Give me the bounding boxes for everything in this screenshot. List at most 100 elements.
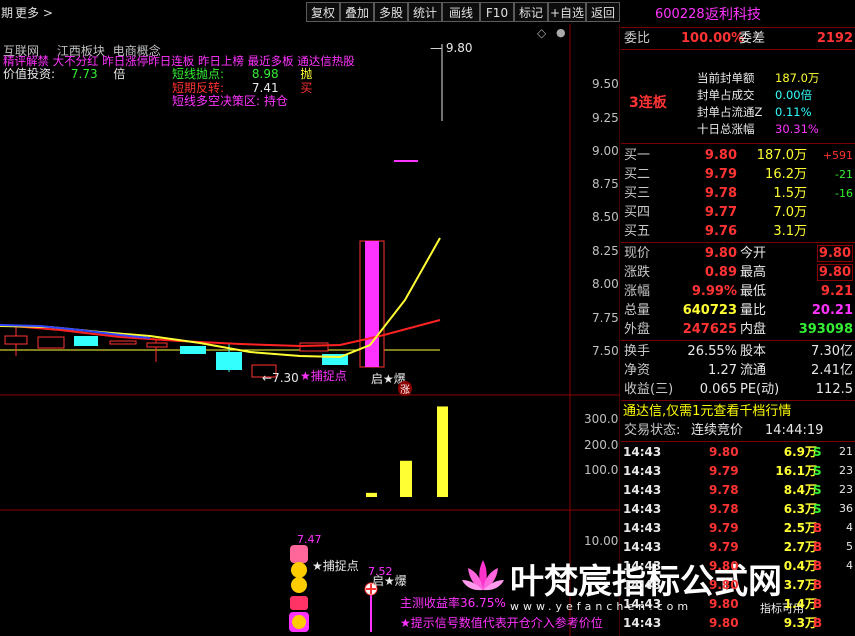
tick-side: B <box>813 616 823 630</box>
indicator-value: 7.47 <box>297 533 322 546</box>
bid-row-3[interactable]: 买三 9.78 1.5万 -16 <box>621 184 855 203</box>
chevron-right-icon: > <box>42 6 53 20</box>
signal-hint: ★提示信号数值代表开仓介入参考价位 <box>400 616 603 630</box>
trade-status: 交易状态: 连续竞价 14:44:19 <box>624 423 824 438</box>
mark-button[interactable]: 标记 <box>514 2 548 22</box>
order-ratio-row: 委比 100.00% 委差 2192 <box>624 31 853 46</box>
tick-volume: 6.9万 <box>783 445 817 459</box>
tick-row: 14:43 9.78 8.4万 S 23 <box>621 481 855 499</box>
price-tick: 7.75 <box>592 311 619 325</box>
tick-volume: 6.3万 <box>783 502 817 516</box>
profit-rate: 主测收益率36.75% <box>400 596 506 610</box>
tick-volume: 1.4万 <box>783 597 817 611</box>
statistics-button[interactable]: 统计 <box>408 2 442 22</box>
candle <box>299 342 329 352</box>
tick-volume: 0.4万 <box>783 559 817 573</box>
tick-volume: 8.4万 <box>783 483 817 497</box>
candle <box>74 336 98 346</box>
bid-row-5[interactable]: 买五 9.76 3.1万 <box>621 222 855 241</box>
price-tick: 8.75 <box>592 177 619 191</box>
restore-rights-button[interactable]: 复权 <box>306 2 340 22</box>
tick-count: 4 <box>846 521 853 534</box>
volume-tick: 200.0 <box>584 438 619 452</box>
quote-row: 现价 9.80 今开 9.80 <box>624 245 853 262</box>
add-watchlist-button[interactable]: +自选 <box>548 2 586 22</box>
tick-side: B <box>813 559 823 573</box>
tick-price: 9.80 <box>709 616 739 630</box>
candle <box>146 340 168 362</box>
tick-count: 23 <box>839 464 853 477</box>
price-tick: 8.00 <box>592 277 619 291</box>
overlay-button[interactable]: 叠加 <box>340 2 374 22</box>
price-tick: 8.25 <box>592 244 619 258</box>
tick-row: 14:43 9.79 16.1万 S 23 <box>621 462 855 480</box>
draw-line-button[interactable]: 画线 <box>442 2 480 22</box>
tick-count: 23 <box>839 483 853 496</box>
decision-zone: 短线多空决策区: 持仓 <box>172 94 288 108</box>
tick-count: 4 <box>846 559 853 572</box>
tick-price: 9.78 <box>709 502 739 516</box>
candle <box>37 336 65 349</box>
promo-link[interactable]: 通达信,仅需1元查看千档行情 <box>621 402 855 422</box>
volume-bar <box>437 406 448 497</box>
tick-count: 36 <box>839 502 853 515</box>
candle <box>109 340 137 345</box>
tick-volume: 16.1万 <box>775 464 817 478</box>
bid-row-1[interactable]: 买一 9.80 187.0万 +591 <box>621 146 855 165</box>
tick-time: 14:43 <box>623 483 662 497</box>
tick-row: 14:43 9.80 9.3万 B <box>621 614 855 632</box>
tick-side: S <box>813 502 822 516</box>
price-tick: 9.00 <box>592 144 619 158</box>
diamond-icon[interactable]: ◇ <box>537 26 546 40</box>
tick-volume: 2.5万 <box>783 521 817 535</box>
bid-row-4[interactable]: 买四 9.77 7.0万 <box>621 203 855 222</box>
tick-side: S <box>813 464 822 478</box>
more-menu[interactable]: 更多 > <box>15 4 53 21</box>
seal-stats: 当前封单额 187.0万 封单占成交 0.00倍 封单占流通Z 0.11% 十日总涨幅… <box>697 71 820 136</box>
tick-time: 14:43 <box>623 521 662 535</box>
indicator-catch: ★捕捉点 <box>312 559 359 573</box>
tick-price: 9.79 <box>709 521 739 535</box>
up-badge: 涨 <box>398 381 412 396</box>
candle <box>180 346 206 354</box>
tick-volume: 2.7万 <box>783 540 817 554</box>
period-label[interactable]: 期 <box>1 4 13 21</box>
lotus-logo <box>460 558 506 594</box>
stock-name[interactable]: 返利科技 <box>705 4 761 26</box>
tick-side: S <box>813 483 822 497</box>
bid-row-2[interactable]: 买二 9.79 16.2万 -21 <box>621 165 855 184</box>
stock-code[interactable]: 600228 <box>655 4 705 26</box>
chart-area[interactable]: 互联网 江西板块 电商概念 精评解禁 大不分红 昨日涨停昨日连板 昨日上榜 最近… <box>0 24 804 636</box>
fund-row: 收益(三) 0.065 PE(动) 112.5 <box>624 382 853 397</box>
tick-price: 9.80 <box>709 559 739 573</box>
fund-row: 净资 1.27 流通 2.41亿 <box>624 363 853 378</box>
tick-price: 9.79 <box>709 540 739 554</box>
volume-bar <box>400 460 412 497</box>
tick-side: B <box>813 597 823 611</box>
f10-button[interactable]: F10 <box>480 2 514 22</box>
quote-panel: 600228 返利科技 委比 100.00% 委差 2192 3连板 当前封单额… <box>621 0 855 636</box>
tick-time: 14:43 <box>623 445 662 459</box>
price-tick: 9.50 <box>592 77 619 91</box>
stock-header: 600228 返利科技 <box>621 4 855 26</box>
signal-icon-stack <box>290 545 308 563</box>
chart-toolbar: 期 更多 > 复权 叠加 多股 统计 画线 F10 标记 +自选 返回 <box>0 0 620 24</box>
tick-price: 9.80 <box>709 445 739 459</box>
limit-streak: 3连板 <box>629 95 667 111</box>
dot-icon[interactable]: ● <box>556 26 566 39</box>
multi-stock-button[interactable]: 多股 <box>374 2 408 22</box>
tick-time: 14:43 <box>623 559 662 573</box>
price-tick: 7.50 <box>592 344 619 358</box>
value-invest: 价值投资: 7.73 倍 <box>3 67 126 81</box>
high-price-label: — 9.80 <box>430 41 473 55</box>
tick-count: 5 <box>846 540 853 553</box>
tick-count: 21 <box>839 445 853 458</box>
tick-price: 9.78 <box>709 483 739 497</box>
tick-volume: 3.7万 <box>783 578 817 592</box>
back-button[interactable]: 返回 <box>586 2 620 22</box>
tick-price: 9.80 <box>709 597 739 611</box>
tick-price: 9.79 <box>709 464 739 478</box>
tick-side: B <box>813 578 823 592</box>
volume-tick: 300.0 <box>584 412 619 426</box>
indicator-start: 启★爆 <box>372 574 407 588</box>
